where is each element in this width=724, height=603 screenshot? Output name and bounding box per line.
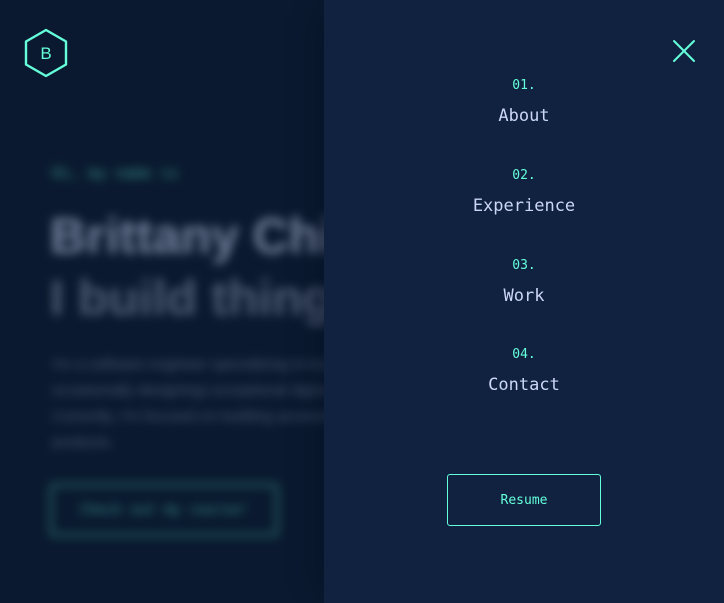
nav-number: 04. bbox=[512, 347, 536, 362]
nav-label[interactable]: About bbox=[324, 106, 724, 126]
hero-intro: Hi, my name is bbox=[52, 164, 179, 182]
nav-number: 03. bbox=[512, 258, 536, 273]
nav-item-work[interactable]: 03. Work bbox=[324, 258, 724, 306]
nav-item-contact[interactable]: 04. Contact bbox=[324, 347, 724, 395]
nav-item-experience[interactable]: 02. Experience bbox=[324, 168, 724, 216]
nav-label[interactable]: Experience bbox=[324, 196, 724, 216]
nav-number: 02. bbox=[512, 168, 536, 183]
nav-label[interactable]: Contact bbox=[324, 375, 724, 395]
close-icon[interactable] bbox=[670, 37, 698, 65]
resume-button[interactable]: Resume bbox=[447, 474, 601, 526]
course-button: Check out my course! bbox=[50, 484, 278, 536]
nav-item-about[interactable]: 01. About bbox=[324, 78, 724, 126]
close-svg bbox=[673, 40, 695, 62]
nav-label[interactable]: Work bbox=[324, 286, 724, 306]
logo-letter: B bbox=[40, 44, 51, 63]
logo-svg: B bbox=[24, 28, 68, 78]
page: Hi, my name is Brittany Chiang. I build … bbox=[0, 0, 724, 603]
hexagon-logo-icon[interactable]: B bbox=[23, 28, 69, 78]
nav-number: 01. bbox=[512, 78, 536, 93]
